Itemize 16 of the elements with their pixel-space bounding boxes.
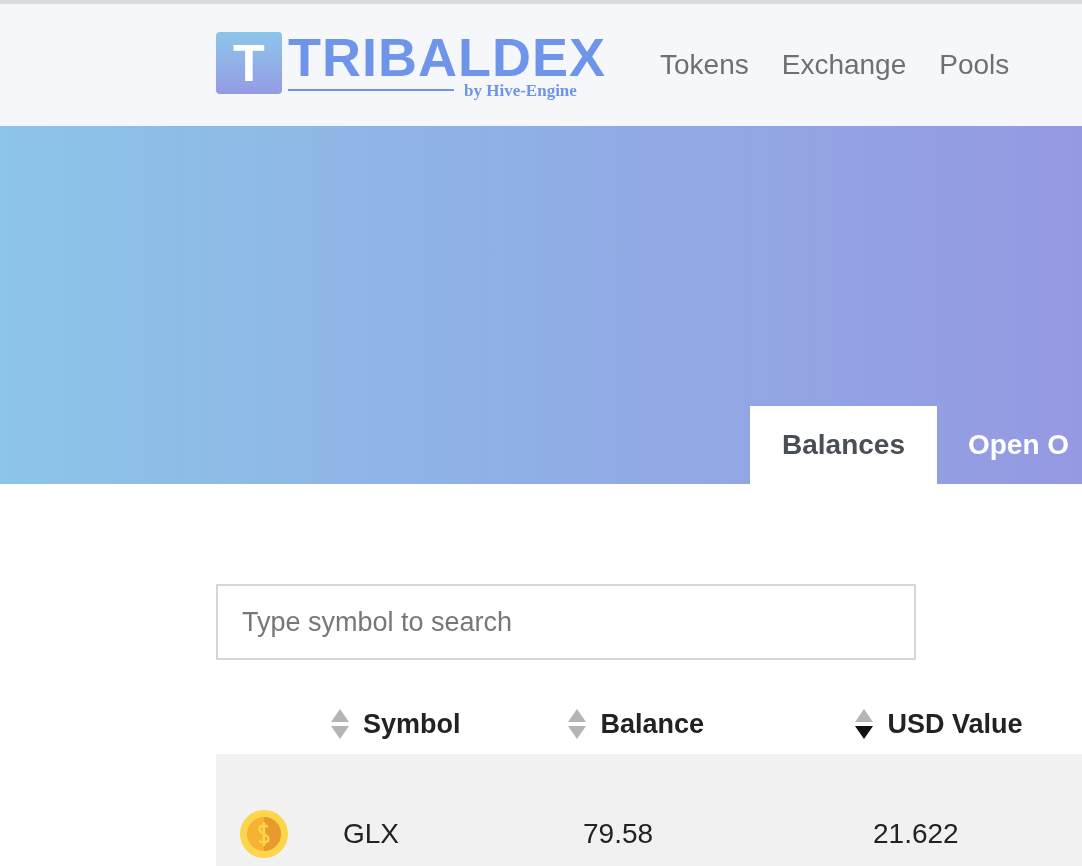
table-cell-text: GLX: [343, 817, 401, 851]
nav-link[interactable]: Pools: [939, 44, 1010, 86]
nav-link[interactable]: Exchange: [781, 44, 907, 86]
coin-icon: [240, 810, 288, 858]
search-field[interactable]: Type symbol to search: [216, 584, 916, 660]
logo-tagline: by Hive-Engine: [464, 81, 577, 99]
tab[interactable]: Balances: [750, 406, 937, 484]
column-header[interactable]: USD Value: [887, 703, 1023, 745]
nav-link[interactable]: Tokens: [660, 44, 749, 86]
logo-icon: T: [216, 31, 282, 94]
table-cell-text: 21.622: [873, 817, 959, 851]
table-cell-text: 79.58: [583, 817, 655, 851]
column-header[interactable]: Symbol: [363, 703, 461, 745]
column-header[interactable]: Balance: [600, 703, 705, 745]
table-row[interactable]: GLX 79.58 21.622: [216, 754, 1082, 866]
logo-wordmark: TRIBALDEX: [288, 31, 606, 82]
